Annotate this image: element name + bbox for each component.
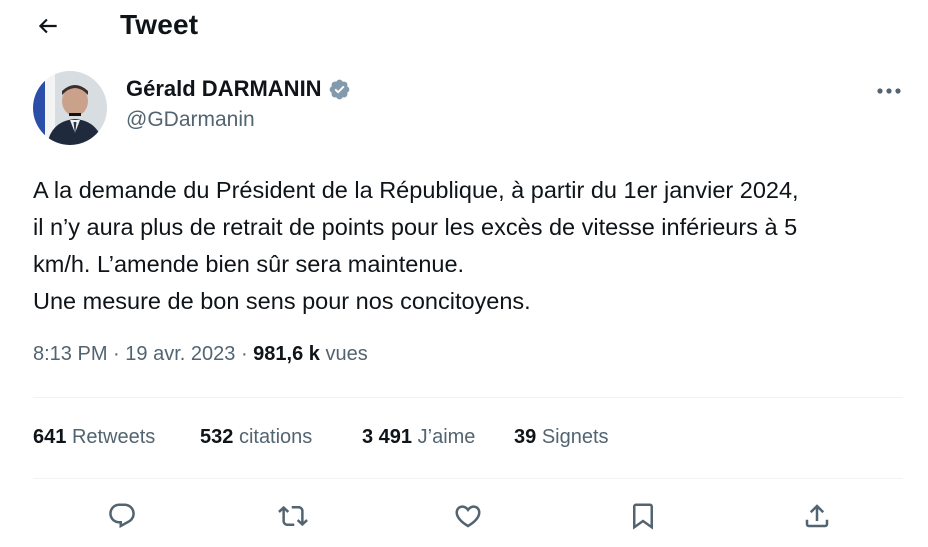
quotes-stat[interactable]: 532 citations — [200, 426, 312, 449]
bookmarks-count: 39 — [514, 426, 537, 448]
author-handle[interactable]: @GDarmanin — [126, 108, 255, 132]
top-bar: Tweet — [0, 0, 928, 52]
bookmark-button[interactable] — [625, 498, 661, 534]
meta-separator: · — [113, 343, 120, 365]
share-button[interactable] — [799, 498, 835, 534]
share-icon — [805, 504, 829, 528]
more-button[interactable] — [872, 78, 906, 104]
retweets-stat[interactable]: 641 Retweets — [33, 426, 155, 449]
tweet-text: A la demande du Président de la Républiq… — [33, 172, 913, 320]
tweet-line: Une mesure de bon sens pour nos concitoy… — [33, 288, 531, 314]
reply-button[interactable] — [104, 498, 140, 534]
bookmark-icon — [633, 503, 653, 530]
avatar[interactable] — [33, 71, 107, 145]
verified-badge-icon — [329, 79, 349, 99]
back-button[interactable] — [30, 8, 66, 44]
tweet-line: il n’y aura plus de retrait de points po… — [33, 214, 798, 240]
quotes-count: 532 — [200, 426, 234, 448]
tweet-line: km/h. L’amende bien sûr sera maintenue. — [33, 251, 465, 277]
divider — [33, 478, 903, 479]
reply-icon — [109, 503, 135, 529]
like-icon — [455, 505, 481, 528]
meta-separator: · — [240, 343, 248, 365]
bookmarks-label: Signets — [541, 426, 609, 448]
action-bar — [0, 496, 928, 536]
retweets-label: Retweets — [71, 426, 156, 448]
likes-label: J’aime — [417, 426, 476, 448]
likes-count: 3 491 — [362, 426, 413, 448]
tweet-time[interactable]: 8:13 PM — [33, 343, 107, 365]
tweet-line: A la demande du Président de la Républiq… — [33, 177, 799, 203]
arrow-left-icon — [38, 18, 57, 34]
tweet-meta: 8:13 PM · 19 avr. 2023 · 981,6 k vues — [33, 343, 368, 366]
page-title: Tweet — [120, 9, 199, 40]
author-name-row[interactable]: Gérald DARMANIN — [126, 76, 351, 102]
tweet-date[interactable]: 19 avr. 2023 — [125, 343, 235, 365]
like-button[interactable] — [450, 498, 486, 534]
divider — [33, 397, 903, 398]
views-count: 981,6 k — [253, 343, 320, 365]
retweets-count: 641 — [33, 426, 67, 448]
bookmarks-stat[interactable]: 39 Signets — [514, 426, 609, 449]
avatar-image — [33, 71, 107, 145]
likes-stat[interactable]: 3 491 J’aime — [362, 426, 475, 449]
quotes-label: citations — [238, 426, 313, 448]
author-display-name[interactable]: Gérald DARMANIN — [126, 76, 322, 102]
more-horizontal-icon — [877, 88, 901, 94]
views-label: vues — [325, 343, 368, 365]
retweet-icon — [278, 505, 308, 527]
retweet-button[interactable] — [275, 498, 311, 534]
